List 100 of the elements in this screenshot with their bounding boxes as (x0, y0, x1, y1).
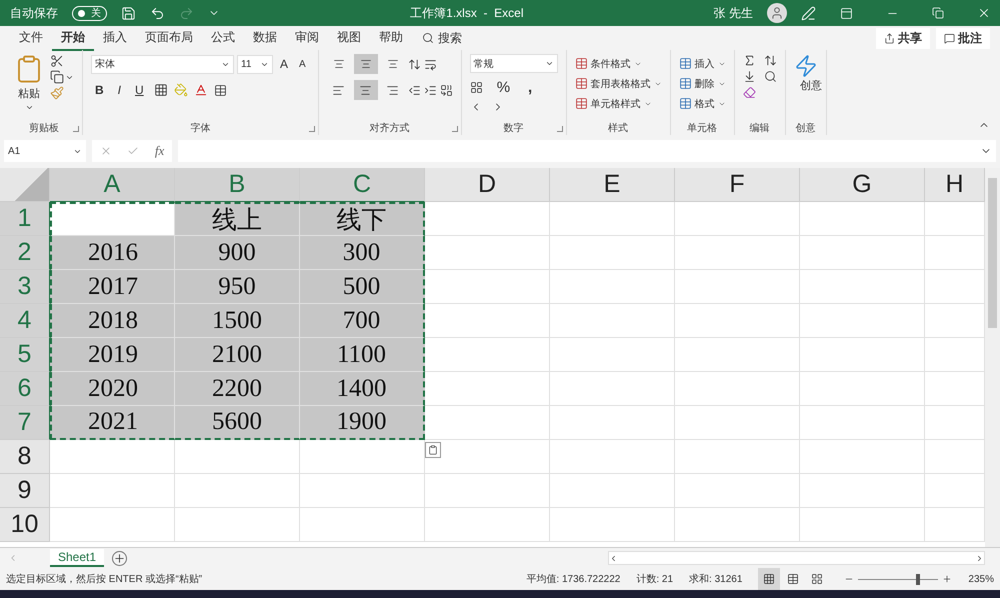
styles-button[interactable]: 条件格式 (574, 54, 642, 73)
clear-icon[interactable] (742, 86, 756, 99)
view-button[interactable] (758, 568, 780, 590)
launcher-icon[interactable] (308, 126, 315, 132)
table-cell[interactable]: 1500 (175, 304, 300, 338)
ribbon-display-icon[interactable] (840, 6, 852, 20)
wrap-text-icon[interactable] (424, 58, 437, 70)
cells-button[interactable]: 插入 (678, 54, 726, 73)
column-header[interactable]: C (300, 168, 425, 202)
paste-options-button[interactable] (425, 442, 441, 458)
styles-button[interactable]: 单元格样式 (574, 94, 652, 113)
menu-tab[interactable]: 公式 (202, 26, 244, 50)
table-cell[interactable] (50, 202, 175, 236)
pen-icon[interactable] (801, 6, 816, 20)
table-cell[interactable]: 2100 (175, 338, 300, 372)
table-cell[interactable]: 1900 (300, 406, 425, 440)
name-box[interactable]: A1 (4, 140, 86, 162)
fill-icon[interactable] (742, 70, 756, 83)
sort-filter-icon[interactable] (764, 54, 777, 67)
zoom-thumb[interactable] (916, 574, 920, 584)
borders-icon[interactable] (154, 83, 168, 97)
table-cell[interactable]: 2200 (175, 372, 300, 406)
row-header[interactable]: 2 (0, 236, 50, 270)
table-cell[interactable]: 2016 (50, 236, 175, 270)
row-header[interactable]: 7 (0, 406, 50, 440)
paste-button[interactable]: 粘贴 (14, 54, 44, 121)
column-header[interactable]: G (800, 168, 925, 202)
bold-button[interactable]: B (91, 80, 108, 100)
table-cell[interactable]: 1100 (300, 338, 425, 372)
menu-tab[interactable]: 页面布局 (136, 26, 202, 50)
sheet-tab[interactable]: Sheet1 (50, 549, 104, 567)
restore-icon[interactable] (932, 7, 944, 19)
cells-button[interactable]: 格式 (678, 94, 726, 113)
copy-icon[interactable] (50, 70, 64, 84)
column-header[interactable]: D (425, 168, 550, 202)
formula-input[interactable] (178, 140, 996, 162)
menu-tab[interactable]: 插入 (94, 26, 136, 50)
table-cell[interactable]: 500 (300, 270, 425, 304)
vertical-scrollbar[interactable] (985, 168, 1000, 547)
grow-font-button[interactable]: A (276, 54, 292, 74)
share-button[interactable]: 共享 (876, 28, 930, 48)
underline-button[interactable]: U (131, 80, 148, 100)
menu-tab[interactable]: 开始 (52, 26, 94, 50)
orientation-icon[interactable] (408, 58, 421, 70)
column-header[interactable]: A (50, 168, 175, 202)
save-icon[interactable] (121, 6, 136, 20)
undo-icon[interactable] (150, 6, 165, 20)
table-cell[interactable]: 2018 (50, 304, 175, 338)
menu-tab[interactable]: 帮助 (370, 26, 412, 50)
zoom-in-icon[interactable] (942, 574, 952, 584)
menu-tab[interactable]: 数据 (244, 26, 286, 50)
launcher-icon[interactable] (556, 126, 563, 132)
launcher-icon[interactable] (452, 126, 458, 132)
table-cell[interactable]: 线上 (175, 202, 300, 236)
horizontal-scrollbar[interactable] (608, 551, 985, 565)
row-header[interactable]: 1 (0, 202, 50, 236)
font-color-icon[interactable] (194, 83, 208, 97)
styles-button[interactable]: 套用表格格式 (574, 74, 662, 93)
fill-color-icon[interactable] (174, 83, 188, 97)
row-header[interactable]: 5 (0, 338, 50, 372)
column-header[interactable]: F (675, 168, 800, 202)
row-header[interactable]: 8 (0, 440, 50, 474)
search-button[interactable]: 搜索 (412, 26, 472, 50)
avatar[interactable] (767, 3, 787, 23)
merge-icon[interactable] (440, 84, 453, 96)
menu-tab[interactable]: 视图 (328, 26, 370, 50)
close-icon[interactable] (977, 6, 991, 20)
cells-button[interactable]: 删除 (678, 74, 726, 93)
font-name-field[interactable]: 宋体 (91, 54, 234, 74)
vertical-align-button[interactable] (354, 54, 378, 74)
table-cell[interactable]: 950 (175, 270, 300, 304)
align-button[interactable] (354, 80, 378, 100)
row-header[interactable]: 10 (0, 508, 50, 542)
menu-tab[interactable]: 文件 (10, 26, 52, 50)
table-cell[interactable]: 5600 (175, 406, 300, 440)
launcher-icon[interactable] (73, 126, 79, 132)
column-header[interactable]: E (550, 168, 675, 202)
comments-button[interactable]: 批注 (936, 28, 990, 48)
redo-icon[interactable] (179, 6, 194, 20)
increase-indent-icon[interactable] (424, 84, 437, 96)
cut-icon[interactable] (50, 54, 64, 68)
table-cell[interactable]: 1400 (300, 372, 425, 406)
row-header[interactable]: 6 (0, 372, 50, 406)
table-cell[interactable]: 900 (175, 236, 300, 270)
comma-button[interactable]: , (524, 77, 536, 97)
table-cell[interactable]: 线下 (300, 202, 425, 236)
insert-function-button[interactable]: fx (154, 143, 164, 159)
autosave-toggle[interactable]: 关 (72, 6, 107, 20)
find-icon[interactable] (764, 70, 777, 83)
add-sheet-icon[interactable] (112, 550, 128, 566)
italic-button[interactable]: I (114, 80, 126, 100)
table-cell[interactable]: 700 (300, 304, 425, 338)
decrease-indent-icon[interactable] (408, 84, 421, 96)
table-cell[interactable]: 300 (300, 236, 425, 270)
shrink-font-button[interactable]: A (295, 54, 310, 74)
table-cell[interactable]: 2019 (50, 338, 175, 372)
column-header[interactable]: H (925, 168, 985, 202)
percent-button[interactable]: % (492, 77, 514, 97)
row-header[interactable]: 9 (0, 474, 50, 508)
enter-icon[interactable] (127, 145, 140, 157)
